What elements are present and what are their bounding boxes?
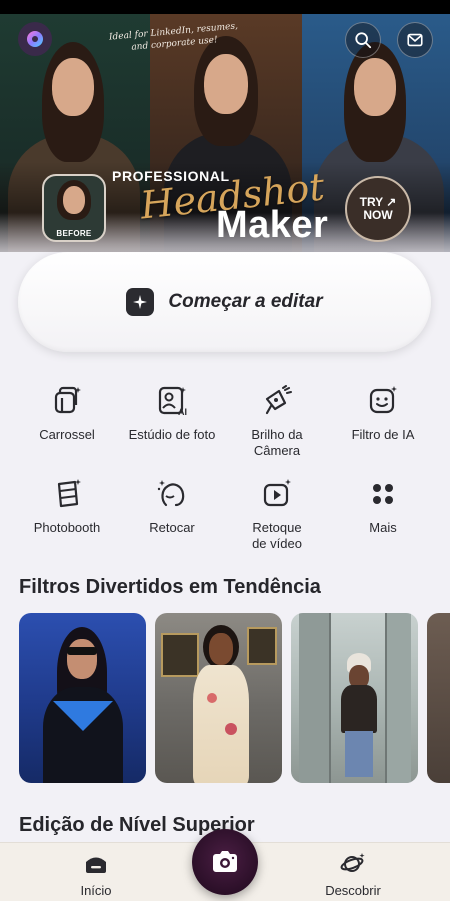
nav-home-label: Início [80, 883, 112, 898]
mail-icon [407, 33, 423, 47]
tool-camera-flash[interactable]: Brilho da Câmera [227, 383, 327, 459]
try-now-badge[interactable]: TRY ↗ NOW [345, 176, 411, 242]
ai-photo-studio-icon: AI [154, 383, 190, 419]
tool-more[interactable]: Mais [333, 476, 433, 536]
nav-discover-label: Descobrir [325, 883, 381, 898]
home-icon [86, 857, 106, 873]
video-retouch-icon [259, 476, 295, 512]
tool-video-retouch[interactable]: Retoque de vídeo [227, 476, 327, 552]
tool-label: Filtro de IA [351, 427, 415, 442]
camera-flash-icon [259, 383, 295, 419]
search-icon [355, 32, 372, 49]
tool-photobooth[interactable]: Photobooth [17, 476, 117, 536]
tool-label: Retoque de vídeo [252, 520, 302, 551]
planet-icon [340, 853, 365, 872]
trending-section-title: Filtros Divertidos em Tendência [19, 576, 321, 598]
tool-photo-studio[interactable]: AI Estúdio de foto [122, 383, 222, 443]
before-thumbnail: BEFORE [42, 174, 106, 242]
camera-button[interactable] [192, 829, 258, 895]
start-editing-button[interactable]: Começar a editar [18, 252, 431, 352]
more-grid-icon [365, 476, 401, 512]
tool-carousel[interactable]: Carrossel [17, 383, 117, 443]
camera-icon [213, 851, 237, 872]
tool-retouch[interactable]: Retocar [122, 476, 222, 536]
tool-label: Carrossel [39, 427, 95, 442]
trending-card-3[interactable] [291, 613, 418, 783]
banner-maker-text: Maker [216, 204, 329, 246]
tool-label: Photobooth [33, 520, 101, 535]
tool-label: Mais [369, 520, 397, 535]
ai-filter-face-icon [365, 383, 401, 419]
svg-text:AI: AI [178, 407, 187, 417]
trending-card-4[interactable] [427, 613, 450, 783]
retouch-face-icon [154, 476, 190, 512]
tool-label: Brilho da Câmera [251, 427, 303, 458]
nav-home[interactable]: Início [46, 851, 146, 898]
search-button[interactable] [345, 22, 381, 58]
trending-card-2[interactable] [155, 613, 282, 783]
inbox-button[interactable] [397, 22, 433, 58]
photobooth-icon [49, 476, 85, 512]
tool-ai-filter[interactable]: Filtro de IA [333, 383, 433, 443]
tool-label: Estúdio de foto [128, 427, 216, 442]
nav-discover[interactable]: Descobrir [303, 851, 403, 898]
trending-card-1[interactable] [19, 613, 146, 783]
sparkle-icon [126, 288, 155, 316]
status-bar [0, 0, 450, 14]
headshot-maker-banner[interactable]: Ideal for LinkedIn, resumes, and corpora… [0, 14, 450, 252]
start-editing-label: Começar a editar [168, 291, 323, 312]
tool-label: Retocar [149, 520, 195, 535]
before-label: BEFORE [56, 229, 92, 238]
carousel-icon [49, 383, 85, 419]
app-logo[interactable] [18, 22, 52, 56]
